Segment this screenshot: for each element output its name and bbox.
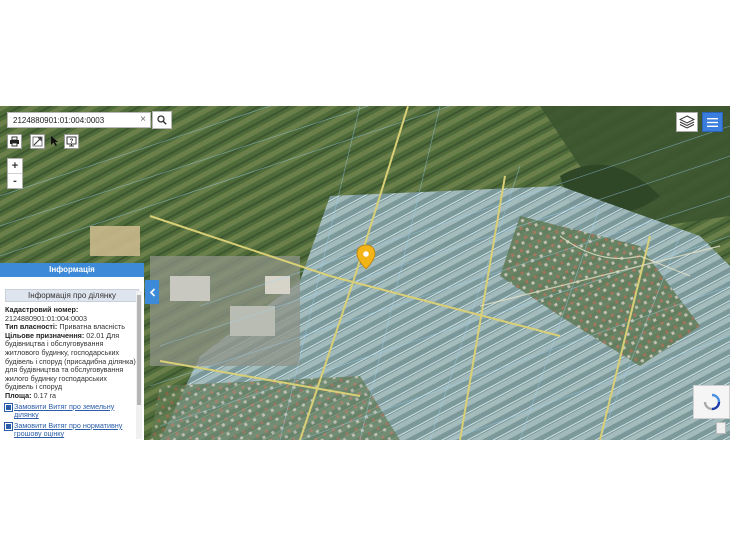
map-toolbar: ?	[7, 133, 79, 149]
order-valuation-link[interactable]: Замовити Витяг про нормативну грошову оц…	[4, 421, 136, 439]
panel-scrollbar[interactable]	[136, 291, 142, 439]
area-label: Площа:	[5, 390, 32, 400]
measure-button[interactable]	[30, 133, 45, 149]
chevron-left-icon	[149, 287, 155, 297]
clear-search-button[interactable]: ×	[138, 113, 148, 127]
layers-button[interactable]	[676, 112, 698, 132]
panel-title: Інформація про ділянку	[5, 289, 139, 302]
map-app: ×	[0, 106, 730, 440]
zoom-control: + -	[7, 158, 23, 189]
layers-icon	[679, 115, 695, 129]
panel-header: Інформація	[0, 263, 144, 277]
order-extract-label[interactable]: Замовити Витяг про земельну ділянку	[14, 402, 136, 420]
measure-icon	[32, 136, 43, 146]
search-icon	[157, 115, 167, 125]
collapse-panel-button[interactable]	[145, 280, 159, 304]
parcel-details: Кадастровий номер: 2124880901:01:004:000…	[0, 305, 144, 439]
print-icon	[10, 136, 19, 146]
info-panel: Інформація Інформація про ділянку Кадаст…	[0, 263, 144, 440]
order-extract-link[interactable]: Замовити Витяг про земельну ділянку	[4, 402, 136, 420]
menu-button[interactable]	[702, 112, 723, 132]
zoom-out-button[interactable]: -	[8, 173, 22, 188]
print-button[interactable]	[7, 133, 22, 149]
purpose-value: 02.01 Для будівництва і обслуговування ж…	[5, 330, 136, 392]
recaptcha-badge[interactable]	[693, 385, 730, 419]
zoom-in-button[interactable]: +	[8, 159, 22, 173]
info-button[interactable]: ?	[64, 133, 79, 149]
document-icon	[4, 421, 13, 431]
hamburger-icon	[707, 117, 718, 127]
info-icon: ?	[66, 136, 77, 146]
search-button[interactable]	[152, 111, 172, 129]
cadastral-label: Кадастровий номер:	[5, 305, 79, 314]
select-button[interactable]	[47, 134, 62, 149]
document-icon	[4, 402, 13, 412]
pointer-icon	[51, 136, 58, 146]
order-valuation-label[interactable]: Замовити Витяг про нормативну грошову оц…	[14, 421, 136, 439]
attribution-toggle[interactable]	[716, 422, 726, 434]
recaptcha-icon	[703, 393, 720, 411]
area-value: 0.17 га	[33, 390, 57, 400]
search-input[interactable]	[8, 113, 136, 127]
cadastral-search-field[interactable]: ×	[7, 112, 151, 128]
